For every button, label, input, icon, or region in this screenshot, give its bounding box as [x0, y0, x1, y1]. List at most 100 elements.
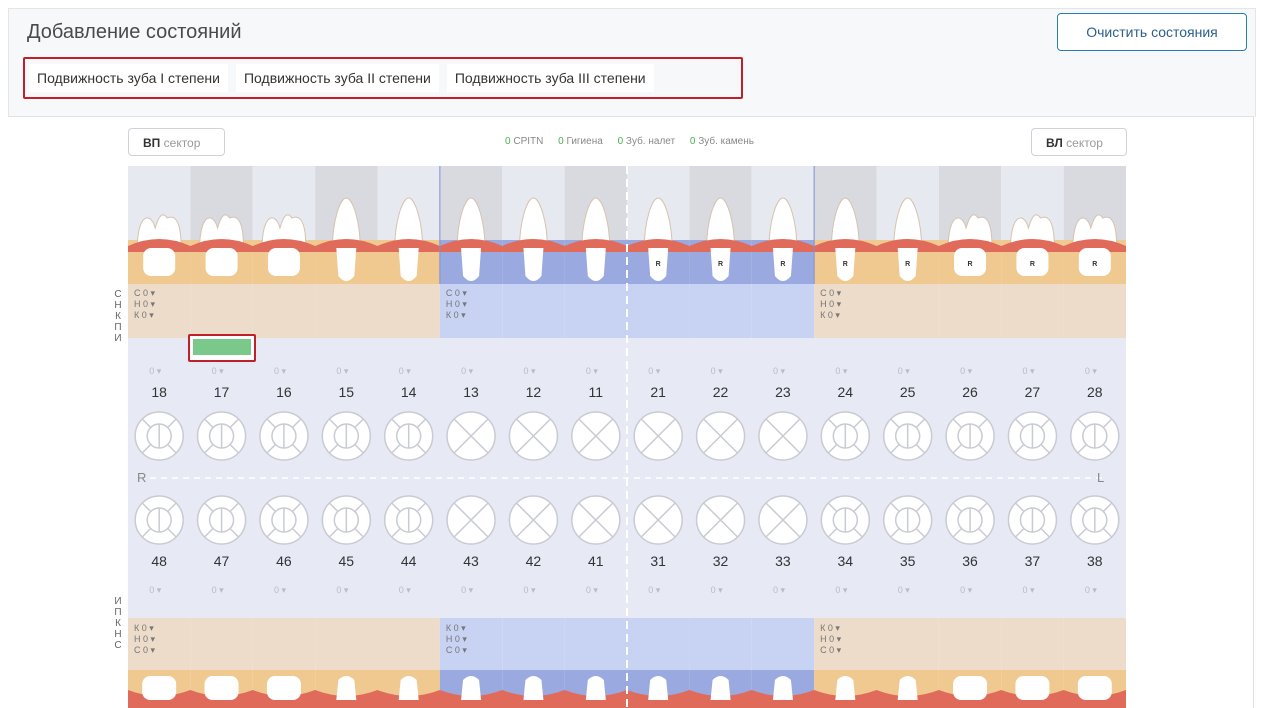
status-strip — [315, 618, 378, 670]
mobility-select[interactable]: 0 ▾ — [1022, 585, 1034, 596]
mobility-select[interactable]: 0 ▾ — [1022, 366, 1034, 377]
tooth-crown — [461, 676, 482, 700]
mobility-select[interactable]: 0 ▾ — [586, 366, 598, 377]
mobility-select[interactable]: 0 ▾ — [212, 366, 224, 377]
mobility-select[interactable]: 0 ▾ — [274, 366, 286, 377]
tooth-number[interactable]: 22 — [701, 384, 741, 400]
tooth-number[interactable]: 42 — [513, 553, 553, 569]
tooth-number[interactable]: 43 — [451, 553, 491, 569]
mobility-select[interactable]: 0 ▾ — [960, 366, 972, 377]
status-select[interactable]: С 0 — [820, 645, 841, 656]
tooth-number[interactable]: 21 — [638, 384, 678, 400]
tooth-number[interactable]: 44 — [389, 553, 429, 569]
status-select[interactable]: Н 0 — [134, 634, 155, 645]
tooth-number[interactable]: 18 — [139, 384, 179, 400]
tooth-number[interactable]: 16 — [264, 384, 304, 400]
mobility-select[interactable]: 0 ▾ — [898, 366, 910, 377]
mobility-select[interactable]: 0 ▾ — [898, 585, 910, 596]
mobility-select[interactable]: 0 ▾ — [336, 366, 348, 377]
status-select[interactable]: К 0 — [134, 623, 155, 634]
tooth-number[interactable]: 41 — [576, 553, 616, 569]
status-strip — [627, 618, 690, 670]
status-controls-lower[interactable]: К 0Н 0С 0 — [446, 623, 467, 656]
mobility-select[interactable]: 0 ▾ — [1085, 585, 1097, 596]
status-controls-upper[interactable]: С 0Н 0К 0 — [134, 288, 155, 321]
tooth-number[interactable]: 26 — [950, 384, 990, 400]
mobility-select[interactable]: 0 ▾ — [523, 366, 535, 377]
tooth-number[interactable]: 15 — [326, 384, 366, 400]
tooth-number[interactable]: 25 — [888, 384, 928, 400]
tooth-number[interactable]: 31 — [638, 553, 678, 569]
mobility-select[interactable]: 0 ▾ — [461, 366, 473, 377]
status-select[interactable]: К 0 — [820, 623, 841, 634]
tooth-number[interactable]: 12 — [513, 384, 553, 400]
status-controls-lower[interactable]: К 0Н 0С 0 — [820, 623, 841, 656]
tooth-number[interactable]: 35 — [888, 553, 928, 569]
status-select[interactable]: С 0 — [446, 288, 467, 299]
mobility-select[interactable]: 0 ▾ — [835, 366, 847, 377]
status-controls-upper[interactable]: С 0Н 0К 0 — [820, 288, 841, 321]
tooth-number[interactable]: 28 — [1075, 384, 1115, 400]
mobility-select[interactable]: 0 ▾ — [149, 585, 161, 596]
status-controls-lower[interactable]: К 0Н 0С 0 — [134, 623, 155, 656]
status-select[interactable]: Н 0 — [134, 299, 155, 310]
mobility-select[interactable]: 0 ▾ — [523, 585, 535, 596]
tooth-number[interactable]: 27 — [1012, 384, 1052, 400]
tooth-number[interactable]: 34 — [825, 553, 865, 569]
mobility-select[interactable]: 0 ▾ — [586, 585, 598, 596]
side-letter: И — [114, 596, 122, 607]
mobility-select[interactable]: 0 ▾ — [1085, 366, 1097, 377]
status-select[interactable]: С 0 — [134, 645, 155, 656]
mobility-select[interactable]: 0 ▾ — [711, 366, 723, 377]
tooth-number[interactable]: 46 — [264, 553, 304, 569]
mobility-select[interactable]: 0 ▾ — [399, 585, 411, 596]
tooth-number[interactable]: 14 — [389, 384, 429, 400]
mobility-select[interactable]: 0 ▾ — [773, 585, 785, 596]
side-letters-lower: ИПКНС — [111, 596, 125, 651]
status-controls-upper[interactable]: С 0Н 0К 0 — [446, 288, 467, 321]
status-select[interactable]: С 0 — [820, 288, 841, 299]
tooth-number[interactable]: 13 — [451, 384, 491, 400]
status-select[interactable]: Н 0 — [446, 299, 467, 310]
status-select[interactable]: К 0 — [446, 623, 467, 634]
tooth-number[interactable]: 32 — [701, 553, 741, 569]
status-strip — [627, 284, 690, 338]
tooth-number[interactable]: 24 — [825, 384, 865, 400]
status-select[interactable]: К 0 — [820, 310, 841, 321]
status-select[interactable]: Н 0 — [446, 634, 467, 645]
mobility-select[interactable]: 0 ▾ — [399, 366, 411, 377]
tooth-number[interactable]: 33 — [763, 553, 803, 569]
tooth-number[interactable]: 37 — [1012, 553, 1052, 569]
tooth-crown — [953, 676, 988, 700]
mobility-select[interactable]: 0 ▾ — [960, 585, 972, 596]
tooth-r-mark: R — [1092, 261, 1097, 268]
tooth-number[interactable]: 23 — [763, 384, 803, 400]
tooth-crown — [523, 248, 544, 281]
status-select[interactable]: К 0 — [134, 310, 155, 321]
mobility-select[interactable]: 0 ▾ — [149, 366, 161, 377]
status-select[interactable]: К 0 — [446, 310, 467, 321]
tooth-number[interactable]: 47 — [202, 553, 242, 569]
mobility-select[interactable]: 0 ▾ — [648, 366, 660, 377]
status-select[interactable]: Н 0 — [820, 634, 841, 645]
mobility-select[interactable]: 0 ▾ — [648, 585, 660, 596]
mobility-select[interactable]: 0 ▾ — [773, 366, 785, 377]
status-select[interactable]: С 0 — [134, 288, 155, 299]
mobility-select[interactable]: 0 ▾ — [711, 585, 723, 596]
mobility-select[interactable]: 0 ▾ — [274, 585, 286, 596]
tooth-number[interactable]: 17 — [202, 384, 242, 400]
status-select[interactable]: С 0 — [446, 645, 467, 656]
tooth-r-mark: R — [780, 261, 785, 268]
tooth-number[interactable]: 38 — [1075, 553, 1115, 569]
mobility-select[interactable]: 0 ▾ — [212, 585, 224, 596]
mobility-select[interactable]: 0 ▾ — [461, 585, 473, 596]
selected-mobility-cell-17[interactable] — [188, 334, 256, 362]
tooth-number[interactable]: 36 — [950, 553, 990, 569]
status-strip — [377, 284, 440, 338]
tooth-number[interactable]: 48 — [139, 553, 179, 569]
tooth-number[interactable]: 11 — [576, 384, 616, 400]
status-select[interactable]: Н 0 — [820, 299, 841, 310]
mobility-select[interactable]: 0 ▾ — [336, 585, 348, 596]
tooth-number[interactable]: 45 — [326, 553, 366, 569]
mobility-select[interactable]: 0 ▾ — [835, 585, 847, 596]
